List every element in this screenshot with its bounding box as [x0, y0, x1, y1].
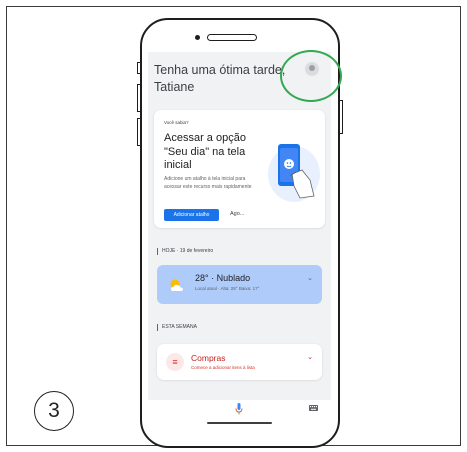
phone-screen: Tenha uma ótima tarde, Tatiane Você sabi…	[148, 52, 331, 429]
add-shortcut-button[interactable]: Adicionar atalho	[164, 209, 219, 221]
phone-side-button-left-3	[137, 118, 141, 146]
phone-side-button-left-2	[137, 84, 141, 112]
greeting-text: Tenha uma ótima tarde, Tatiane	[154, 63, 286, 94]
phone-speaker	[207, 34, 257, 41]
chevron-down-icon[interactable]: ⌄	[307, 353, 313, 361]
shopping-list-card[interactable]: ≡ Compras Comece a adicionar itens à lis…	[157, 344, 322, 380]
shopping-list-subtitle: Comece a adicionar itens à lista	[191, 365, 255, 370]
phone-camera	[195, 35, 200, 40]
list-icon: ≡	[166, 353, 184, 371]
microphone-icon[interactable]	[235, 403, 243, 415]
phone-hand-illustration-icon	[268, 144, 320, 202]
tip-title: Acessar a opção "Seu dia" na tela inicia…	[164, 132, 246, 171]
later-button[interactable]: Ago...	[230, 211, 244, 217]
weather-card[interactable]: 28° · Nublado Local atual · Alta: 28° Ba…	[157, 265, 322, 304]
keyboard-icon[interactable]	[309, 405, 318, 411]
tip-small-label: Você sabia?	[164, 120, 189, 125]
chevron-down-icon[interactable]: ⌄	[307, 274, 313, 282]
step-number-badge: 3	[34, 391, 74, 431]
tip-description: Adicione um atalho à tela inicial para a…	[164, 176, 252, 190]
today-section-label: HOJE · 19 de fevereiro	[157, 248, 213, 255]
step-number: 3	[48, 399, 60, 422]
avatar-highlight-circle	[280, 50, 342, 102]
weather-detail: Local atual · Alta: 28° Baixa: 17°	[195, 286, 260, 291]
phone-side-button-right	[339, 100, 343, 134]
partly-cloudy-icon	[170, 279, 183, 291]
home-indicator[interactable]	[207, 422, 272, 424]
week-section-label: ESTA SEMANA	[157, 324, 197, 331]
phone-side-button-left-1	[137, 62, 141, 74]
weather-summary: 28° · Nublado	[195, 273, 251, 283]
shopping-list-title: Compras	[191, 353, 226, 363]
assistant-bottom-bar	[148, 400, 331, 429]
tip-card: Você sabia? Acessar a opção "Seu dia" na…	[154, 110, 325, 228]
